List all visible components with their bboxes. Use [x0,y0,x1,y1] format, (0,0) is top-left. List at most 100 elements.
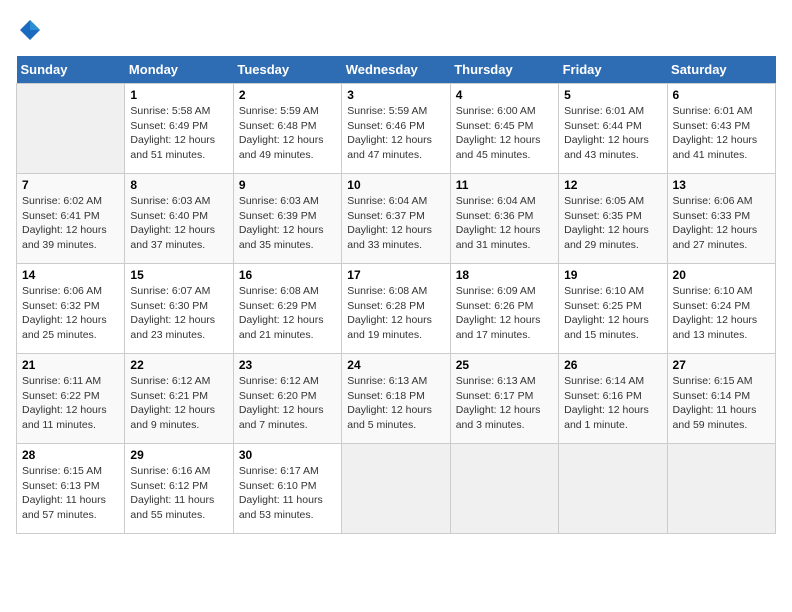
calendar-header-thursday: Thursday [450,56,558,84]
day-info: Sunrise: 6:06 AM Sunset: 6:33 PM Dayligh… [673,194,770,253]
day-number: 19 [564,268,661,282]
calendar-cell [667,444,775,534]
day-number: 6 [673,88,770,102]
calendar-cell: 7 Sunrise: 6:02 AM Sunset: 6:41 PM Daylig… [17,174,125,264]
calendar-cell: 21 Sunrise: 6:11 AM Sunset: 6:22 PM Dayli… [17,354,125,444]
day-number: 2 [239,88,336,102]
page-header [16,16,776,44]
calendar-cell: 17 Sunrise: 6:08 AM Sunset: 6:28 PM Dayli… [342,264,450,354]
calendar-header-friday: Friday [559,56,667,84]
day-number: 9 [239,178,336,192]
calendar-cell: 10 Sunrise: 6:04 AM Sunset: 6:37 PM Dayli… [342,174,450,264]
calendar-cell: 20Sunrise: 6:10 AM Sunset: 6:24 PM Dayli… [667,264,775,354]
calendar-cell: 11 Sunrise: 6:04 AM Sunset: 6:36 PM Dayli… [450,174,558,264]
calendar-week-3: 14 Sunrise: 6:06 AM Sunset: 6:32 PM Dayli… [17,264,776,354]
calendar-header-saturday: Saturday [667,56,775,84]
calendar-cell: 19 Sunrise: 6:10 AM Sunset: 6:25 PM Dayli… [559,264,667,354]
day-info: Sunrise: 6:17 AM Sunset: 6:10 PM Dayligh… [239,464,336,523]
day-number: 21 [22,358,119,372]
day-info: Sunrise: 6:13 AM Sunset: 6:17 PM Dayligh… [456,374,553,433]
day-info: Sunrise: 5:59 AM Sunset: 6:46 PM Dayligh… [347,104,444,163]
day-number: 22 [130,358,227,372]
day-number: 3 [347,88,444,102]
calendar-cell: 6 Sunrise: 6:01 AM Sunset: 6:43 PM Daylig… [667,84,775,174]
day-number: 23 [239,358,336,372]
day-info: Sunrise: 6:15 AM Sunset: 6:13 PM Dayligh… [22,464,119,523]
day-info: Sunrise: 6:14 AM Sunset: 6:16 PM Dayligh… [564,374,661,433]
day-info: Sunrise: 6:16 AM Sunset: 6:12 PM Dayligh… [130,464,227,523]
day-number: 8 [130,178,227,192]
day-info: Sunrise: 6:12 AM Sunset: 6:20 PM Dayligh… [239,374,336,433]
calendar-cell: 3 Sunrise: 5:59 AM Sunset: 6:46 PM Daylig… [342,84,450,174]
calendar-week-4: 21 Sunrise: 6:11 AM Sunset: 6:22 PM Dayli… [17,354,776,444]
day-number: 11 [456,178,553,192]
day-info: Sunrise: 6:08 AM Sunset: 6:29 PM Dayligh… [239,284,336,343]
day-info: Sunrise: 6:11 AM Sunset: 6:22 PM Dayligh… [22,374,119,433]
day-info: Sunrise: 6:12 AM Sunset: 6:21 PM Dayligh… [130,374,227,433]
day-number: 18 [456,268,553,282]
calendar-cell: 27 Sunrise: 6:15 AM Sunset: 6:14 PM Dayli… [667,354,775,444]
day-info: Sunrise: 6:02 AM Sunset: 6:41 PM Dayligh… [22,194,119,253]
day-info: Sunrise: 5:58 AM Sunset: 6:49 PM Dayligh… [130,104,227,163]
day-number: 20 [673,268,770,282]
calendar-cell: 13 Sunrise: 6:06 AM Sunset: 6:33 PM Dayli… [667,174,775,264]
calendar-cell: 15 Sunrise: 6:07 AM Sunset: 6:30 PM Dayli… [125,264,233,354]
day-info: Sunrise: 6:08 AM Sunset: 6:28 PM Dayligh… [347,284,444,343]
calendar-cell: 16 Sunrise: 6:08 AM Sunset: 6:29 PM Dayli… [233,264,341,354]
day-number: 26 [564,358,661,372]
calendar-cell [17,84,125,174]
day-info: Sunrise: 6:10 AM Sunset: 6:25 PM Dayligh… [564,284,661,343]
calendar-header-monday: Monday [125,56,233,84]
day-info: Sunrise: 6:03 AM Sunset: 6:40 PM Dayligh… [130,194,227,253]
calendar-cell: 23 Sunrise: 6:12 AM Sunset: 6:20 PM Dayli… [233,354,341,444]
calendar-header-wednesday: Wednesday [342,56,450,84]
calendar-cell: 28 Sunrise: 6:15 AM Sunset: 6:13 PM Dayli… [17,444,125,534]
day-number: 13 [673,178,770,192]
day-info: Sunrise: 6:15 AM Sunset: 6:14 PM Dayligh… [673,374,770,433]
calendar-header-row: SundayMondayTuesdayWednesdayThursdayFrid… [17,56,776,84]
day-info: Sunrise: 5:59 AM Sunset: 6:48 PM Dayligh… [239,104,336,163]
calendar-cell: 26 Sunrise: 6:14 AM Sunset: 6:16 PM Dayli… [559,354,667,444]
calendar-cell: 25Sunrise: 6:13 AM Sunset: 6:17 PM Dayli… [450,354,558,444]
day-info: Sunrise: 6:04 AM Sunset: 6:36 PM Dayligh… [456,194,553,253]
day-info: Sunrise: 6:04 AM Sunset: 6:37 PM Dayligh… [347,194,444,253]
day-number: 7 [22,178,119,192]
day-info: Sunrise: 6:00 AM Sunset: 6:45 PM Dayligh… [456,104,553,163]
day-number: 30 [239,448,336,462]
day-number: 16 [239,268,336,282]
calendar-cell: 9Sunrise: 6:03 AM Sunset: 6:39 PM Daylig… [233,174,341,264]
calendar-cell [559,444,667,534]
day-number: 29 [130,448,227,462]
calendar-cell: 8 Sunrise: 6:03 AM Sunset: 6:40 PM Daylig… [125,174,233,264]
calendar-cell: 2 Sunrise: 5:59 AM Sunset: 6:48 PM Daylig… [233,84,341,174]
calendar-header-tuesday: Tuesday [233,56,341,84]
calendar-cell: 30 Sunrise: 6:17 AM Sunset: 6:10 PM Dayli… [233,444,341,534]
calendar-table: SundayMondayTuesdayWednesdayThursdayFrid… [16,56,776,534]
day-info: Sunrise: 6:09 AM Sunset: 6:26 PM Dayligh… [456,284,553,343]
day-number: 27 [673,358,770,372]
day-info: Sunrise: 6:06 AM Sunset: 6:32 PM Dayligh… [22,284,119,343]
calendar-week-1: 1Sunrise: 5:58 AM Sunset: 6:49 PM Daylig… [17,84,776,174]
day-info: Sunrise: 6:01 AM Sunset: 6:44 PM Dayligh… [564,104,661,163]
calendar-cell: 18 Sunrise: 6:09 AM Sunset: 6:26 PM Dayli… [450,264,558,354]
day-number: 5 [564,88,661,102]
calendar-cell: 1Sunrise: 5:58 AM Sunset: 6:49 PM Daylig… [125,84,233,174]
day-number: 10 [347,178,444,192]
day-number: 28 [22,448,119,462]
calendar-header-sunday: Sunday [17,56,125,84]
calendar-cell: 14 Sunrise: 6:06 AM Sunset: 6:32 PM Dayli… [17,264,125,354]
day-number: 12 [564,178,661,192]
day-number: 14 [22,268,119,282]
calendar-week-2: 7 Sunrise: 6:02 AM Sunset: 6:41 PM Daylig… [17,174,776,264]
day-info: Sunrise: 6:05 AM Sunset: 6:35 PM Dayligh… [564,194,661,253]
day-number: 24 [347,358,444,372]
calendar-cell: 24Sunrise: 6:13 AM Sunset: 6:18 PM Dayli… [342,354,450,444]
logo-icon [16,16,44,44]
day-number: 17 [347,268,444,282]
calendar-cell: 22 Sunrise: 6:12 AM Sunset: 6:21 PM Dayli… [125,354,233,444]
day-info: Sunrise: 6:01 AM Sunset: 6:43 PM Dayligh… [673,104,770,163]
day-number: 15 [130,268,227,282]
calendar-cell: 12 Sunrise: 6:05 AM Sunset: 6:35 PM Dayli… [559,174,667,264]
calendar-week-5: 28 Sunrise: 6:15 AM Sunset: 6:13 PM Dayli… [17,444,776,534]
day-info: Sunrise: 6:07 AM Sunset: 6:30 PM Dayligh… [130,284,227,343]
